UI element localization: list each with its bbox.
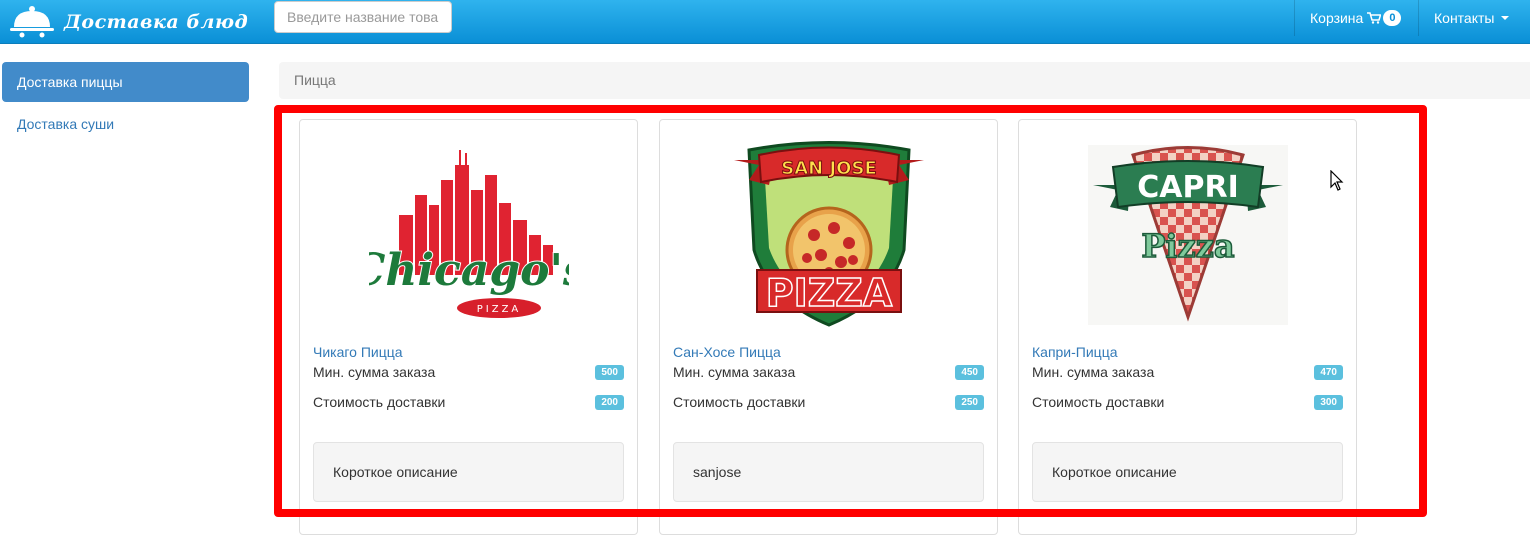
brand-title: Доставка блюд — [64, 11, 249, 33]
sidebar-item-sushi[interactable]: Доставка суши — [2, 104, 249, 144]
min-order-label: Мин. сумма заказа — [673, 364, 796, 380]
navbar-right: Корзина 0 Контакты — [1294, 0, 1530, 44]
min-order-label: Мин. сумма заказа — [1032, 364, 1155, 380]
contacts-label: Контакты — [1434, 10, 1495, 26]
chicagos-logo-sub: PIZZA — [476, 304, 521, 315]
breadcrumb: Пицца — [279, 62, 1530, 99]
min-order-badge: 470 — [1314, 364, 1343, 380]
capri-logo-text: CAPRI — [1137, 170, 1238, 205]
chicagos-pizza-logo[interactable]: Chicago's PIZZA — [300, 130, 637, 340]
san-jose-logo-sub: PIZZA — [765, 271, 892, 315]
breadcrumb-current: Пицца — [294, 72, 336, 88]
cart-link[interactable]: Корзина 0 — [1294, 0, 1418, 36]
contacts-dropdown[interactable]: Контакты — [1418, 0, 1530, 36]
caret-down-icon — [1501, 16, 1510, 20]
search-input[interactable] — [274, 1, 452, 33]
chicagos-logo-text: Chicago's — [369, 245, 569, 296]
cloche-icon — [8, 3, 56, 42]
delivery-cost-badge: 300 — [1314, 394, 1343, 410]
capri-pizza-logo[interactable]: CAPRI Pizza — [1019, 130, 1356, 340]
delivery-cost-row: Стоимость доставки 250 — [673, 392, 984, 412]
restaurant-name-link[interactable]: Капри-Пицца — [1032, 344, 1118, 360]
min-order-badge: 450 — [955, 364, 984, 380]
cart-count-badge: 0 — [1383, 10, 1402, 26]
capri-logo-sub: Pizza — [1141, 227, 1234, 265]
restaurant-card[interactable]: CAPRI Pizza Капри-Пицца Мин. сумма заказ… — [1018, 119, 1357, 535]
restaurant-card[interactable]: SAN JOSE PIZZA Сан-Хосе Пицца Мин. сумма… — [659, 119, 998, 535]
short-description: Короткое описание — [313, 442, 624, 502]
short-description: sanjose — [673, 442, 984, 502]
restaurant-card[interactable]: Chicago's PIZZA Чикаго Пицца Мин. сумма … — [299, 119, 638, 535]
delivery-cost-label: Стоимость доставки — [313, 394, 446, 410]
short-description: Короткое описание — [1032, 442, 1343, 502]
sidebar: Доставка пиццы Доставка суши — [2, 62, 249, 144]
min-order-row: Мин. сумма заказа 500 — [313, 362, 624, 382]
mouse-pointer-icon — [1330, 169, 1344, 195]
restaurant-name-link[interactable]: Чикаго Пицца — [313, 344, 403, 360]
brand[interactable]: Доставка блюд — [8, 0, 248, 44]
cart-icon — [1367, 12, 1382, 24]
top-navbar: Доставка блюд Корзина 0 Контакты — [0, 0, 1530, 44]
san-jose-logo-text: SAN JOSE — [781, 158, 876, 179]
delivery-cost-row: Стоимость доставки 200 — [313, 392, 624, 412]
cart-label: Корзина — [1310, 10, 1364, 26]
min-order-badge: 500 — [595, 364, 624, 380]
san-jose-pizza-logo[interactable]: SAN JOSE PIZZA — [660, 130, 997, 340]
delivery-cost-badge: 250 — [955, 394, 984, 410]
sidebar-item-pizza[interactable]: Доставка пиццы — [2, 62, 249, 102]
delivery-cost-row: Стоимость доставки 300 — [1032, 392, 1343, 412]
delivery-cost-label: Стоимость доставки — [1032, 394, 1165, 410]
min-order-row: Мин. сумма заказа 450 — [673, 362, 984, 382]
restaurant-name-link[interactable]: Сан-Хосе Пицца — [673, 344, 781, 360]
min-order-row: Мин. сумма заказа 470 — [1032, 362, 1343, 382]
delivery-cost-badge: 200 — [595, 394, 624, 410]
delivery-cost-label: Стоимость доставки — [673, 394, 806, 410]
min-order-label: Мин. сумма заказа — [313, 364, 436, 380]
